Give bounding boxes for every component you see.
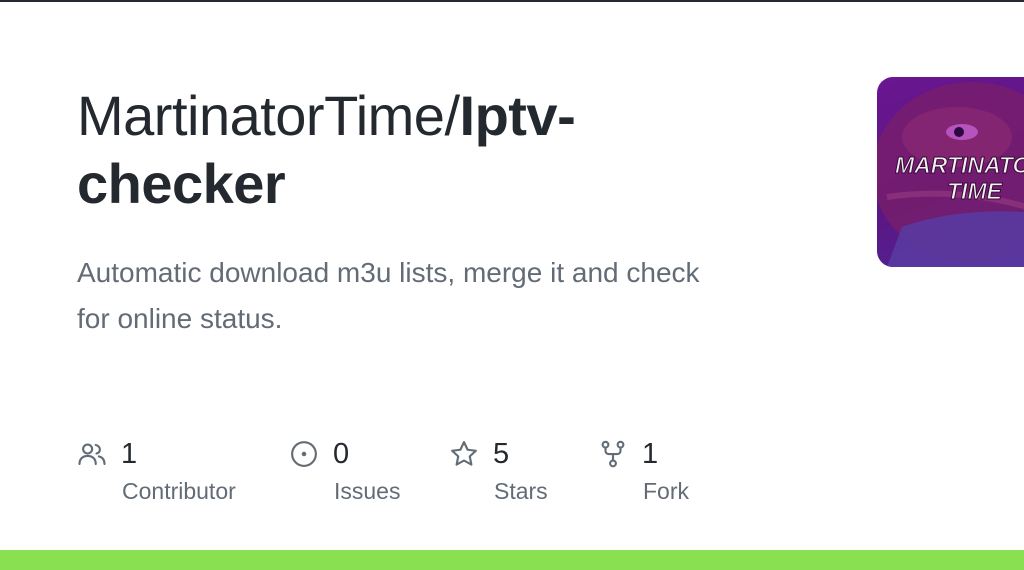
forks-count: 1 <box>642 437 659 470</box>
avatar-image: MARTINATOR TIME <box>877 82 1024 267</box>
avatar-text-line1: MARTINATOR <box>895 152 1024 178</box>
stat-contributors[interactable]: 1 Contributor <box>77 436 236 516</box>
stat-stars[interactable]: 5 Stars <box>449 436 548 516</box>
contributors-count: 1 <box>121 437 138 470</box>
fork-icon <box>601 440 625 468</box>
description-line-2: for online status. <box>77 303 283 334</box>
top-border <box>0 0 1024 2</box>
stat-issues[interactable]: 0 Issues <box>289 436 400 516</box>
stars-label: Stars <box>494 478 548 504</box>
forks-label: Fork <box>643 478 689 504</box>
people-icon <box>78 443 106 466</box>
repo-title[interactable]: MartinatorTime/Iptv- checker <box>77 82 837 218</box>
star-icon <box>451 441 477 466</box>
issues-count: 0 <box>333 437 350 470</box>
repo-description: Automatic download m3u lists, merge it a… <box>77 250 837 342</box>
avatar-text-line2: TIME <box>947 178 1003 204</box>
issues-label: Issues <box>334 478 401 504</box>
repo-name-line1[interactable]: Iptv- <box>460 84 576 147</box>
description-line-1: Automatic download m3u lists, merge it a… <box>77 257 700 288</box>
contributors-label: Contributor <box>122 478 236 504</box>
stars-count: 5 <box>493 437 510 470</box>
repo-owner[interactable]: MartinatorTime/ <box>77 84 460 147</box>
stat-forks[interactable]: 1 Fork <box>598 436 689 516</box>
repo-stats: 1 Contributor 0 Issues 5 Stars 1 Fork <box>77 436 977 516</box>
repo-name-line2[interactable]: checker <box>77 152 286 215</box>
owner-avatar: MARTINATOR TIME <box>877 77 1024 267</box>
language-bar <box>0 550 1024 570</box>
issue-icon <box>291 441 317 467</box>
